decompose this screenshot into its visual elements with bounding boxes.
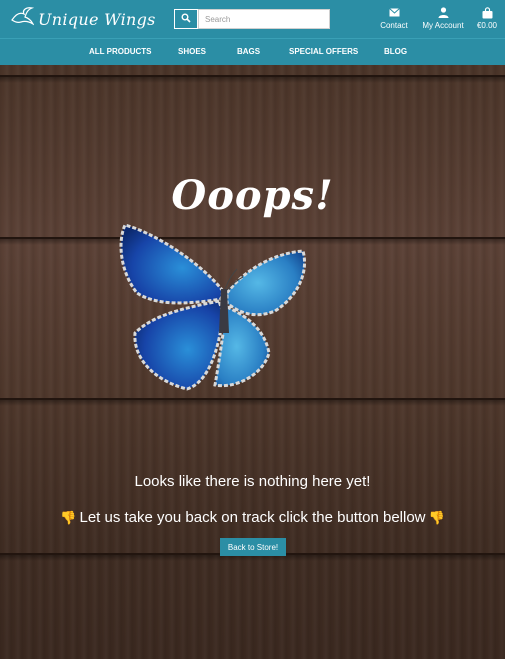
error-title: Ooops! bbox=[171, 172, 334, 219]
error-hero: Ooops! Looks like there is nothing here … bbox=[0, 65, 505, 659]
user-icon bbox=[438, 6, 449, 19]
error-message: Looks like there is nothing here yet! bbox=[134, 473, 371, 490]
error-instruction-row: 👎 Let us take you back on track click th… bbox=[0, 509, 505, 526]
plank-shadow bbox=[0, 400, 505, 406]
my-account-label: My Account bbox=[422, 21, 464, 30]
nav-bags[interactable]: BAGS bbox=[237, 47, 260, 56]
plank-shadow bbox=[0, 77, 505, 83]
main-nav: ALL PRODUCTS SHOES BAGS SPECIAL OFFERS B… bbox=[0, 38, 505, 65]
top-header: Unique Wings Contact My Account €0.00 bbox=[0, 0, 505, 38]
site-logo[interactable]: Unique Wings bbox=[10, 6, 156, 32]
search-icon bbox=[181, 10, 191, 28]
contact-label: Contact bbox=[380, 21, 408, 30]
bird-logo-icon bbox=[10, 6, 35, 33]
cart-total: €0.00 bbox=[476, 21, 498, 30]
butterfly-image bbox=[119, 223, 306, 391]
search-input[interactable] bbox=[198, 9, 330, 29]
shopping-bag-icon bbox=[482, 6, 493, 19]
brand-name: Unique Wings bbox=[38, 9, 156, 29]
pointing-hand-icon: 👎 bbox=[428, 509, 445, 525]
search-bar bbox=[174, 9, 330, 29]
nav-blog[interactable]: BLOG bbox=[384, 47, 407, 56]
error-instruction: Let us take you back on track click the … bbox=[79, 509, 426, 526]
envelope-icon bbox=[388, 6, 400, 19]
contact-link[interactable]: Contact bbox=[378, 6, 410, 32]
search-button[interactable] bbox=[174, 9, 198, 29]
cart-link[interactable]: €0.00 bbox=[474, 6, 500, 32]
pointing-hand-icon: 👎 bbox=[60, 509, 77, 525]
back-to-store-button[interactable]: Back to Store! bbox=[220, 538, 286, 556]
nav-special-offers[interactable]: SPECIAL OFFERS bbox=[289, 47, 358, 56]
nav-all-products[interactable]: ALL PRODUCTS bbox=[89, 47, 152, 56]
my-account-link[interactable]: My Account bbox=[420, 6, 466, 32]
nav-shoes[interactable]: SHOES bbox=[178, 47, 206, 56]
